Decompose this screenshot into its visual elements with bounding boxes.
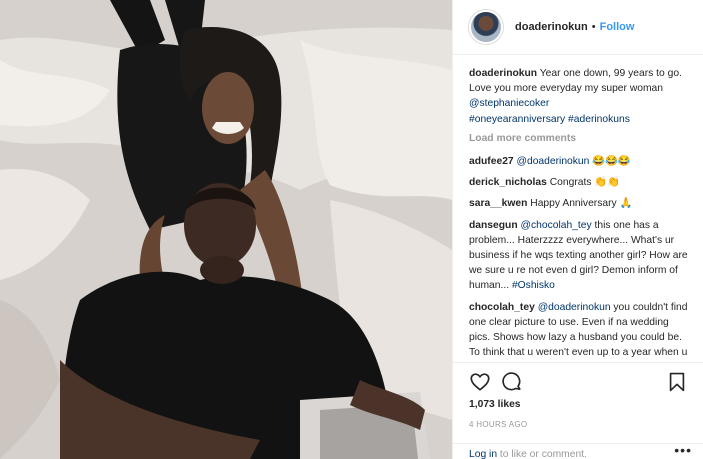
list-item: chocolah_tey @doaderinokun you couldn't … bbox=[469, 300, 688, 362]
caption-hashtag[interactable]: #oneyearanniversary bbox=[469, 114, 565, 125]
post-actions: 1,073 likes 4 HOURS AGO Log in to like o… bbox=[453, 362, 703, 459]
list-item: sara__kwen Happy Anniversary 🙏 bbox=[469, 196, 688, 211]
couple-photo-illustration bbox=[0, 0, 452, 459]
list-item: adufee27 @doaderinokun 😂😂😂 bbox=[469, 154, 688, 169]
caption-username[interactable]: doaderinokun bbox=[469, 68, 537, 79]
post-header: doaderinokun • Follow bbox=[453, 0, 703, 55]
post-timestamp: 4 HOURS AGO bbox=[469, 420, 528, 429]
comment-username[interactable]: derick_nicholas bbox=[469, 177, 547, 188]
caption-mention[interactable]: @stephaniecoker bbox=[469, 98, 549, 109]
comment-username[interactable]: adufee27 bbox=[469, 156, 514, 167]
comments-list[interactable]: doaderinokun Year one down, 99 years to … bbox=[453, 58, 703, 362]
load-more-comments-button[interactable]: Load more comments bbox=[469, 131, 688, 146]
comment-mention[interactable]: @doaderinokun bbox=[538, 302, 611, 313]
author-username[interactable]: doaderinokun bbox=[515, 21, 588, 33]
post-caption: doaderinokun Year one down, 99 years to … bbox=[469, 66, 688, 127]
comment-text: Happy Anniversary 🙏 bbox=[527, 198, 633, 210]
list-item: dansegun @chocolah_tey this one has a pr… bbox=[469, 218, 688, 294]
caption-hashtag[interactable]: #aderinokuns bbox=[568, 114, 630, 125]
heart-icon[interactable] bbox=[469, 371, 491, 393]
post-side-panel: doaderinokun • Follow doaderinokun Year … bbox=[452, 0, 703, 459]
comment-username[interactable]: chocolah_tey bbox=[469, 302, 535, 313]
comment-username[interactable]: sara__kwen bbox=[469, 198, 527, 209]
comment-text: 😂😂😂 bbox=[589, 156, 631, 168]
login-prompt-text: to like or comment. bbox=[497, 449, 587, 459]
list-item: derick_nicholas Congrats 👏👏 bbox=[469, 175, 688, 190]
comment-username[interactable]: dansegun bbox=[469, 220, 518, 231]
avatar[interactable] bbox=[469, 10, 503, 44]
login-prompt: Log in to like or comment. ••• bbox=[453, 442, 703, 459]
post-photo[interactable] bbox=[0, 0, 452, 459]
comment-mention[interactable]: @doaderinokun bbox=[517, 156, 590, 167]
comment-mention[interactable]: @chocolah_tey bbox=[521, 220, 592, 231]
likes-count[interactable]: 1,073 likes bbox=[469, 399, 521, 410]
action-icons-row bbox=[469, 371, 688, 393]
comment-hashtag[interactable]: #Oshisko bbox=[512, 280, 555, 291]
comment-text: Congrats 👏👏 bbox=[546, 177, 620, 189]
login-link[interactable]: Log in bbox=[469, 449, 497, 459]
bookmark-icon[interactable] bbox=[666, 371, 688, 393]
header-separator: • bbox=[591, 21, 596, 33]
ellipsis-icon[interactable]: ••• bbox=[674, 442, 692, 458]
follow-button[interactable]: Follow bbox=[600, 21, 635, 33]
comment-bubble-icon[interactable] bbox=[501, 371, 523, 393]
